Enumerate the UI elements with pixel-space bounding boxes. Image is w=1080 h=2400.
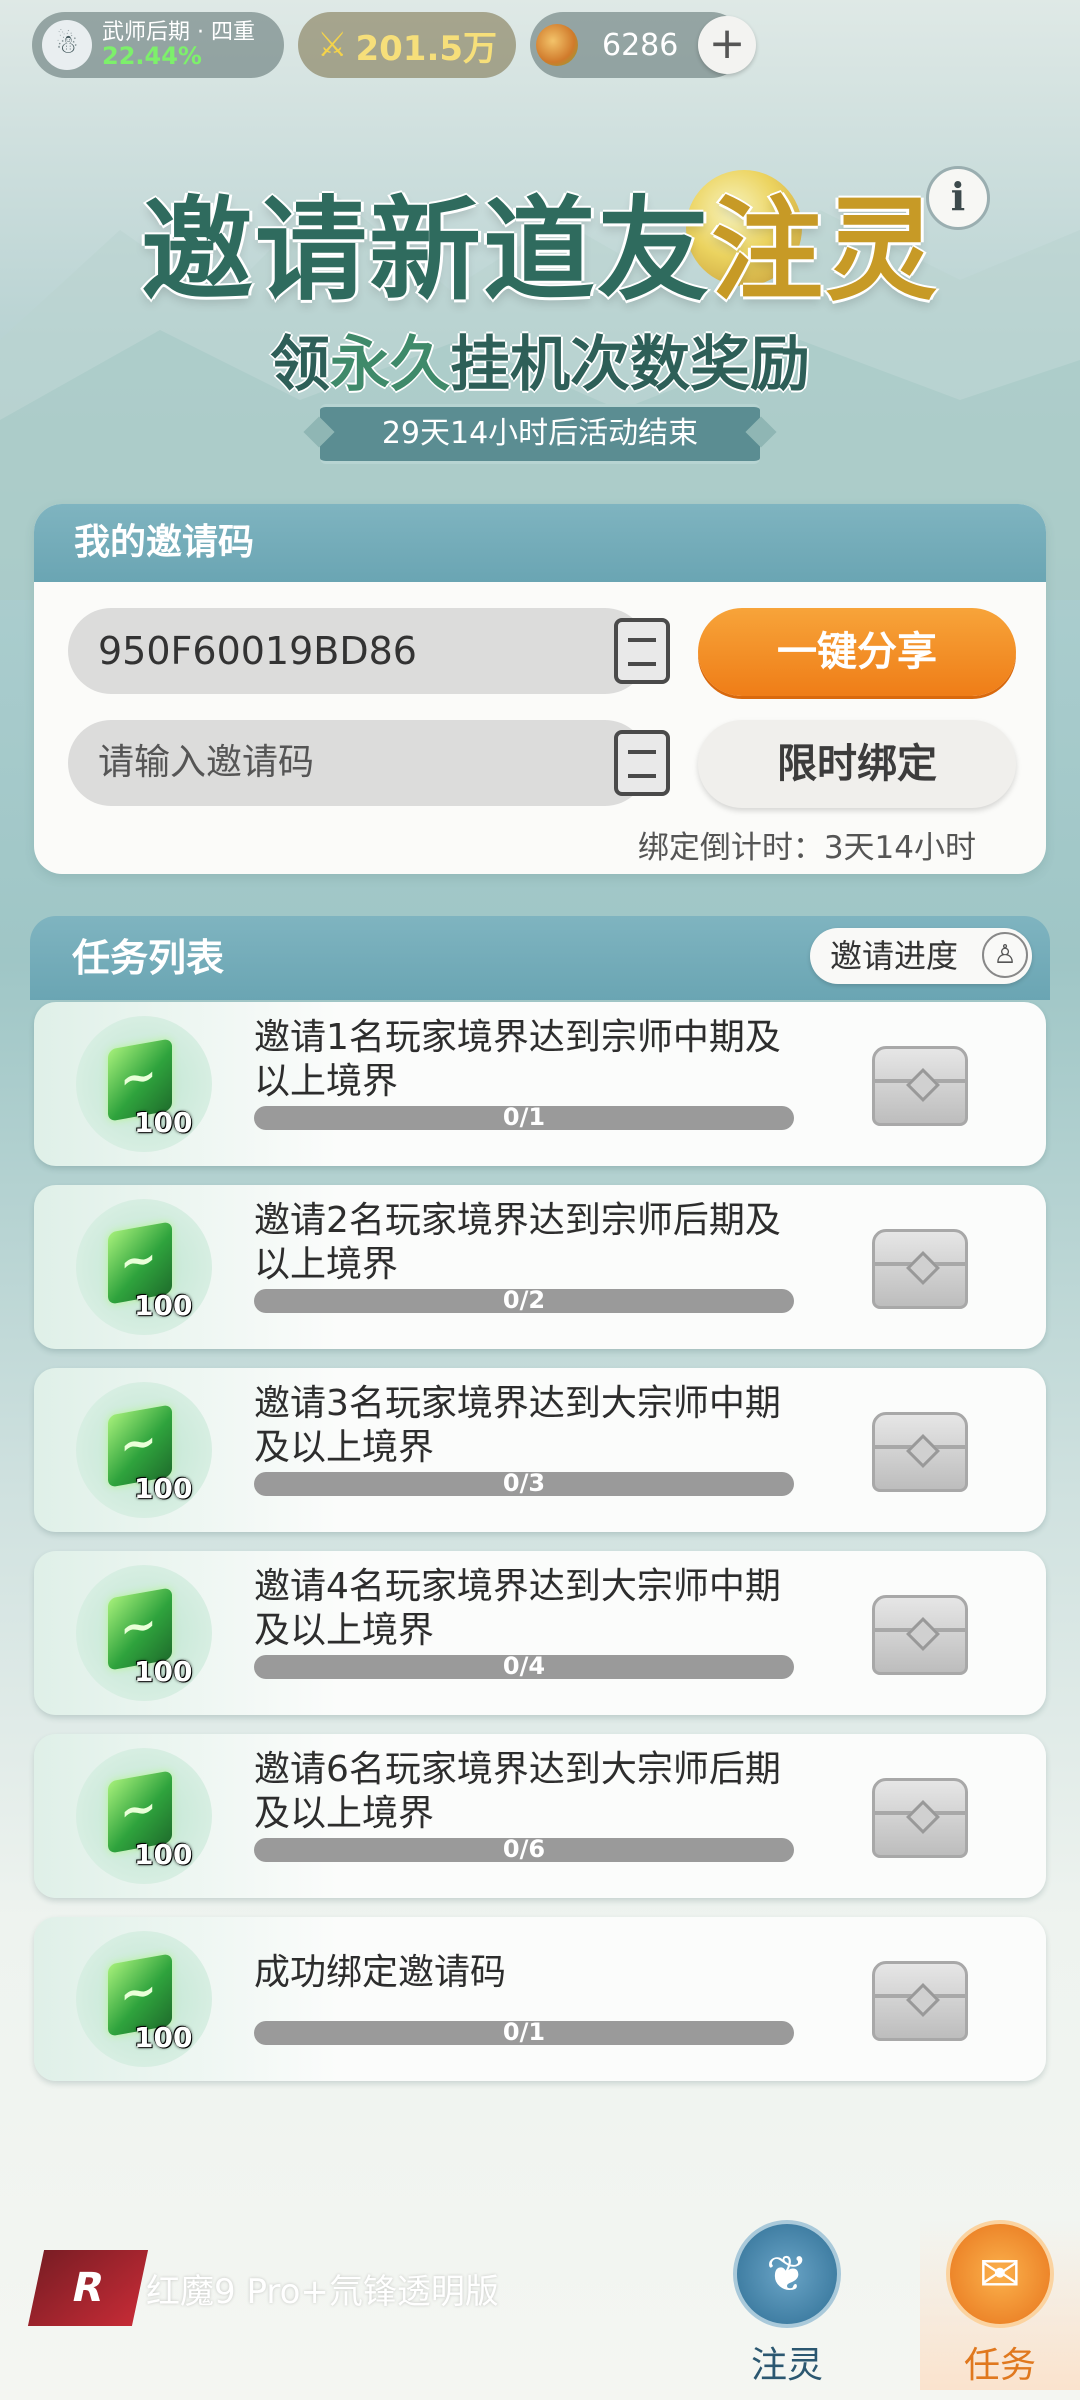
reward-icon-jade: 100 (76, 1931, 212, 2067)
reward-icon-jade: 100 (76, 1748, 212, 1884)
treasure-chest-icon[interactable] (872, 1412, 968, 1492)
task-progress-bar: 0/6 (254, 1835, 794, 1863)
task-progress-bar: 0/2 (254, 1286, 794, 1314)
event-timer-ribbon: 29天14小时后活动结束 (320, 404, 760, 464)
invite-progress-button[interactable]: 邀请进度 ♙ (810, 928, 1032, 984)
nav-inject-label: 注灵 (750, 2345, 823, 2386)
jade-value: 6286 (602, 27, 679, 63)
task-progress-bar: 0/3 (254, 1469, 794, 1497)
paste-clipboard-icon[interactable] (614, 730, 670, 796)
task-item: 100 邀请6名玩家境界达到大宗师后期及以上境界 0/6 (34, 1734, 1046, 1898)
progress-text: 0/2 (502, 1286, 546, 1314)
task-description: 邀请2名玩家境界达到宗师后期及以上境界 (254, 1200, 781, 1285)
jade-currency-badge[interactable]: 6286 + (530, 12, 756, 78)
task-description: 邀请4名玩家境界达到大宗师中期及以上境界 (254, 1566, 781, 1651)
page-title: 邀请新道友注灵 (0, 160, 1080, 322)
task-item: 100 邀请2名玩家境界达到宗师后期及以上境界 0/2 (34, 1185, 1046, 1349)
task-description: 邀请3名玩家境界达到大宗师中期及以上境界 (254, 1383, 781, 1468)
invite-code-header: 我的邀请码 (34, 504, 1046, 582)
scroll-icon: ✉ (946, 2220, 1054, 2328)
task-item: 100 邀请3名玩家境界达到大宗师中期及以上境界 0/3 (34, 1368, 1046, 1532)
treasure-chest-icon[interactable] (872, 1778, 968, 1858)
reward-amount: 100 (134, 1655, 193, 1688)
info-button[interactable]: i (926, 166, 990, 230)
treasure-chest-icon[interactable] (872, 1961, 968, 2041)
task-item: 100 邀请1名玩家境界达到宗师中期及以上境界 0/1 (34, 1002, 1046, 1166)
task-list-header: 任务列表 邀请进度 ♙ (30, 916, 1050, 1000)
my-invite-code-field[interactable]: 950F60019BD86 (68, 608, 648, 694)
red-magic-logo: R (27, 2250, 149, 2326)
progress-text: 0/4 (502, 1652, 546, 1680)
nav-task-label: 任务 (963, 2345, 1036, 2386)
treasure-chest-icon[interactable] (872, 1595, 968, 1675)
copy-code-icon[interactable] (614, 618, 670, 684)
nav-tab-inject[interactable]: ❦ 注灵 (722, 2220, 852, 2390)
task-list-title: 任务列表 (72, 936, 225, 980)
add-currency-button[interactable]: + (698, 16, 756, 74)
realm-badge[interactable]: ☃ 武师后期 · 四重 22.44% (32, 12, 284, 78)
subtitle-pre: 领 (270, 330, 330, 400)
invite-code-input[interactable]: 请输入邀请码 (68, 720, 648, 806)
bind-button[interactable]: 限时绑定 (698, 720, 1016, 808)
power-value: 201.5万 (355, 28, 498, 69)
task-progress-bar: 0/4 (254, 1652, 794, 1680)
treasure-chest-icon[interactable] (872, 1046, 968, 1126)
task-item: 100 成功绑定邀请码 0/1 (34, 1917, 1046, 2081)
device-watermark: R 红魔9 Pro+氘锋透明版 (27, 2250, 499, 2326)
task-description: 邀请1名玩家境界达到宗师中期及以上境界 (254, 1017, 781, 1102)
jade-coin-icon (536, 24, 578, 66)
invite-progress-label: 邀请进度 (830, 937, 959, 975)
person-add-icon: ♙ (982, 932, 1028, 978)
avatar-icon: ☃ (42, 20, 92, 70)
task-description: 成功绑定邀请码 (254, 1952, 507, 1993)
invite-code-panel: 我的邀请码 950F60019BD86 一键分享 请输入邀请码 限时绑定 绑定倒… (34, 504, 1046, 874)
reward-icon-jade: 100 (76, 1199, 212, 1335)
share-button[interactable]: 一键分享 (698, 608, 1016, 696)
leaf-icon: ❦ (733, 2220, 841, 2328)
watermark-text: 红魔9 Pro+氘锋透明版 (146, 2271, 499, 2312)
realm-name: 武师后期 · 四重 (102, 19, 255, 45)
reward-amount: 100 (134, 1289, 193, 1322)
bind-countdown: 绑定倒计时：3天14小时 (637, 830, 976, 866)
page-subtitle: 领永久挂机次数奖励 (0, 316, 1080, 403)
reward-amount: 100 (134, 1106, 193, 1139)
title-part1: 邀请新道友 (141, 185, 711, 316)
title-part2: 注灵 (711, 185, 939, 316)
realm-percent: 22.44% (102, 41, 202, 70)
subtitle-emphasis: 永久 (330, 330, 450, 400)
subtitle-post: 挂机次数奖励 (450, 330, 810, 400)
reward-icon-jade: 100 (76, 1565, 212, 1701)
progress-text: 0/6 (502, 1835, 546, 1863)
progress-text: 0/3 (502, 1469, 546, 1497)
treasure-chest-icon[interactable] (872, 1229, 968, 1309)
progress-text: 0/1 (502, 2018, 546, 2046)
crossed-swords-icon: ⚔ (316, 25, 348, 65)
task-item: 100 邀请4名玩家境界达到大宗师中期及以上境界 0/4 (34, 1551, 1046, 1715)
reward-icon-jade: 100 (76, 1382, 212, 1518)
top-status-bar: ☃ 武师后期 · 四重 22.44% ⚔ 201.5万 6286 + (32, 12, 756, 78)
reward-amount: 100 (134, 1838, 193, 1871)
task-description: 邀请6名玩家境界达到大宗师后期及以上境界 (254, 1749, 781, 1834)
reward-amount: 100 (134, 1472, 193, 1505)
reward-icon-jade: 100 (76, 1016, 212, 1152)
task-progress-bar: 0/1 (254, 1103, 794, 1131)
reward-amount: 100 (134, 2021, 193, 2054)
task-progress-bar: 0/1 (254, 2018, 794, 2046)
nav-tab-task[interactable]: ✉ 任务 (920, 2220, 1080, 2390)
progress-text: 0/1 (502, 1103, 546, 1131)
power-badge[interactable]: ⚔ 201.5万 (298, 12, 516, 78)
